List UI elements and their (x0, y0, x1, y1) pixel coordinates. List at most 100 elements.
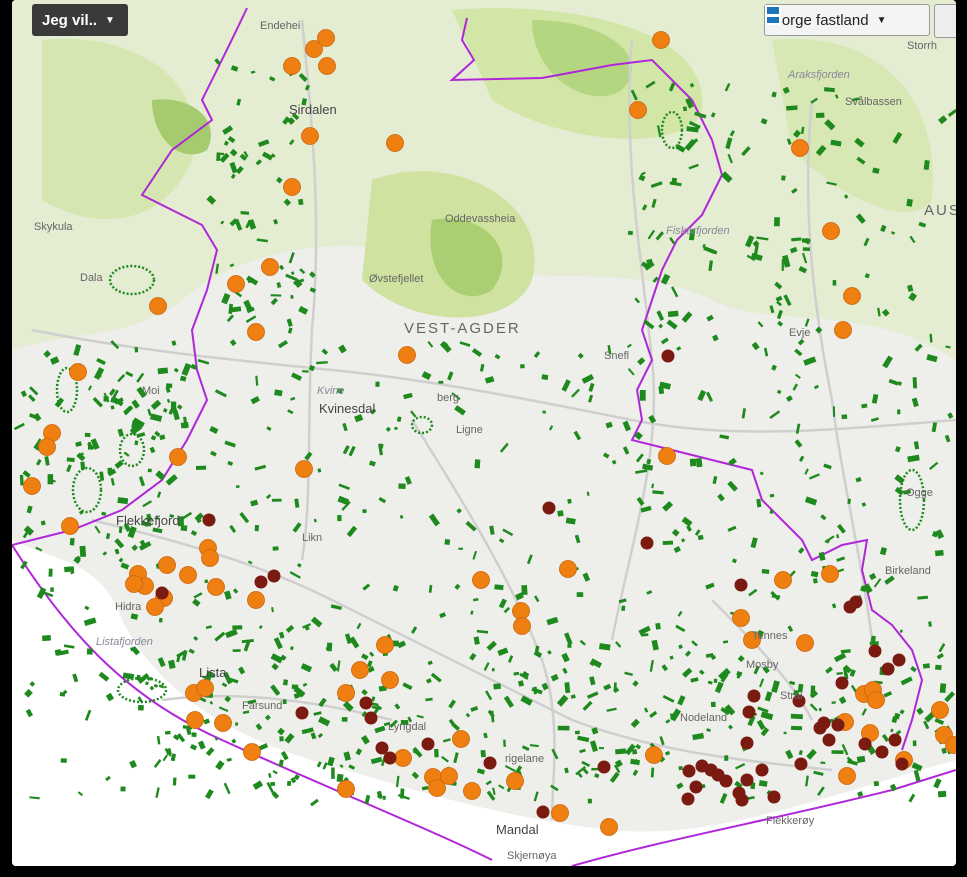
orange-marker[interactable] (512, 602, 530, 620)
orange-marker[interactable] (821, 565, 839, 583)
orange-marker[interactable] (149, 297, 167, 315)
orange-marker[interactable] (247, 591, 265, 609)
orange-marker[interactable] (207, 578, 225, 596)
darkred-marker[interactable] (661, 349, 675, 363)
region-select[interactable]: Norge fastland ▼ (764, 4, 930, 36)
darkred-marker[interactable] (767, 790, 781, 804)
darkred-marker[interactable] (875, 745, 889, 759)
map-canvas[interactable]: Jeg vil.. ▼ Norge fastland ▼ Endehei Sir… (12, 0, 956, 866)
orange-marker[interactable] (381, 671, 399, 689)
orange-marker[interactable] (600, 818, 618, 836)
orange-marker[interactable] (658, 447, 676, 465)
darkred-marker[interactable] (817, 716, 831, 730)
orange-marker[interactable] (295, 460, 313, 478)
orange-marker[interactable] (69, 363, 87, 381)
orange-marker[interactable] (463, 782, 481, 800)
orange-marker[interactable] (452, 730, 470, 748)
orange-marker[interactable] (169, 448, 187, 466)
darkred-marker[interactable] (597, 760, 611, 774)
orange-marker[interactable] (179, 566, 197, 584)
darkred-marker[interactable] (295, 706, 309, 720)
orange-marker[interactable] (158, 556, 176, 574)
orange-marker[interactable] (38, 438, 56, 456)
darkred-marker[interactable] (735, 793, 749, 807)
orange-marker[interactable] (318, 57, 336, 75)
darkred-marker[interactable] (835, 676, 849, 690)
orange-marker[interactable] (61, 517, 79, 535)
orange-marker[interactable] (834, 321, 852, 339)
darkred-marker[interactable] (895, 757, 909, 771)
orange-marker[interactable] (822, 222, 840, 240)
menu-button[interactable]: Jeg vil.. ▼ (32, 4, 128, 36)
darkred-marker[interactable] (202, 513, 216, 527)
orange-marker[interactable] (551, 804, 569, 822)
orange-marker[interactable] (376, 636, 394, 654)
orange-marker[interactable] (214, 714, 232, 732)
orange-marker[interactable] (394, 749, 412, 767)
darkred-marker[interactable] (868, 644, 882, 658)
darkred-marker[interactable] (483, 756, 497, 770)
darkred-marker[interactable] (364, 711, 378, 725)
orange-marker[interactable] (652, 31, 670, 49)
orange-marker[interactable] (196, 679, 214, 697)
orange-marker[interactable] (838, 767, 856, 785)
orange-marker[interactable] (125, 575, 143, 593)
darkred-marker[interactable] (892, 653, 906, 667)
darkred-marker[interactable] (734, 578, 748, 592)
darkred-marker[interactable] (155, 586, 169, 600)
orange-marker[interactable] (506, 772, 524, 790)
orange-marker[interactable] (227, 275, 245, 293)
orange-marker[interactable] (201, 549, 219, 567)
darkred-marker[interactable] (740, 736, 754, 750)
darkred-marker[interactable] (254, 575, 268, 589)
orange-marker[interactable] (931, 701, 949, 719)
orange-marker[interactable] (867, 691, 885, 709)
darkred-marker[interactable] (755, 763, 769, 777)
darkred-marker[interactable] (849, 595, 863, 609)
orange-marker[interactable] (283, 178, 301, 196)
darkred-marker[interactable] (831, 718, 845, 732)
darkred-marker[interactable] (359, 696, 373, 710)
orange-marker[interactable] (186, 711, 204, 729)
darkred-marker[interactable] (681, 792, 695, 806)
darkred-marker[interactable] (719, 774, 733, 788)
orange-marker[interactable] (283, 57, 301, 75)
orange-marker[interactable] (513, 617, 531, 635)
darkred-marker[interactable] (536, 805, 550, 819)
orange-marker[interactable] (629, 101, 647, 119)
orange-marker[interactable] (301, 127, 319, 145)
darkred-marker[interactable] (640, 536, 654, 550)
tool-button[interactable] (934, 4, 956, 38)
orange-marker[interactable] (261, 258, 279, 276)
darkred-marker[interactable] (822, 733, 836, 747)
orange-marker[interactable] (732, 609, 750, 627)
orange-marker[interactable] (247, 323, 265, 341)
darkred-marker[interactable] (740, 773, 754, 787)
darkred-marker[interactable] (742, 705, 756, 719)
darkred-marker[interactable] (794, 757, 808, 771)
orange-marker[interactable] (559, 560, 577, 578)
orange-marker[interactable] (472, 571, 490, 589)
darkred-marker[interactable] (858, 737, 872, 751)
darkred-marker[interactable] (881, 662, 895, 676)
darkred-marker[interactable] (682, 764, 696, 778)
darkred-marker[interactable] (689, 780, 703, 794)
orange-marker[interactable] (317, 29, 335, 47)
darkred-marker[interactable] (383, 751, 397, 765)
darkred-marker[interactable] (747, 689, 761, 703)
orange-marker[interactable] (398, 346, 416, 364)
orange-marker[interactable] (843, 287, 861, 305)
darkred-marker[interactable] (542, 501, 556, 515)
darkred-marker[interactable] (421, 737, 435, 751)
orange-marker[interactable] (428, 779, 446, 797)
orange-marker[interactable] (243, 743, 261, 761)
orange-marker[interactable] (23, 477, 41, 495)
orange-marker[interactable] (337, 684, 355, 702)
darkred-marker[interactable] (267, 569, 281, 583)
orange-marker[interactable] (386, 134, 404, 152)
orange-marker[interactable] (351, 661, 369, 679)
darkred-marker[interactable] (888, 733, 902, 747)
orange-marker[interactable] (774, 571, 792, 589)
orange-marker[interactable] (337, 780, 355, 798)
orange-marker[interactable] (146, 598, 164, 616)
